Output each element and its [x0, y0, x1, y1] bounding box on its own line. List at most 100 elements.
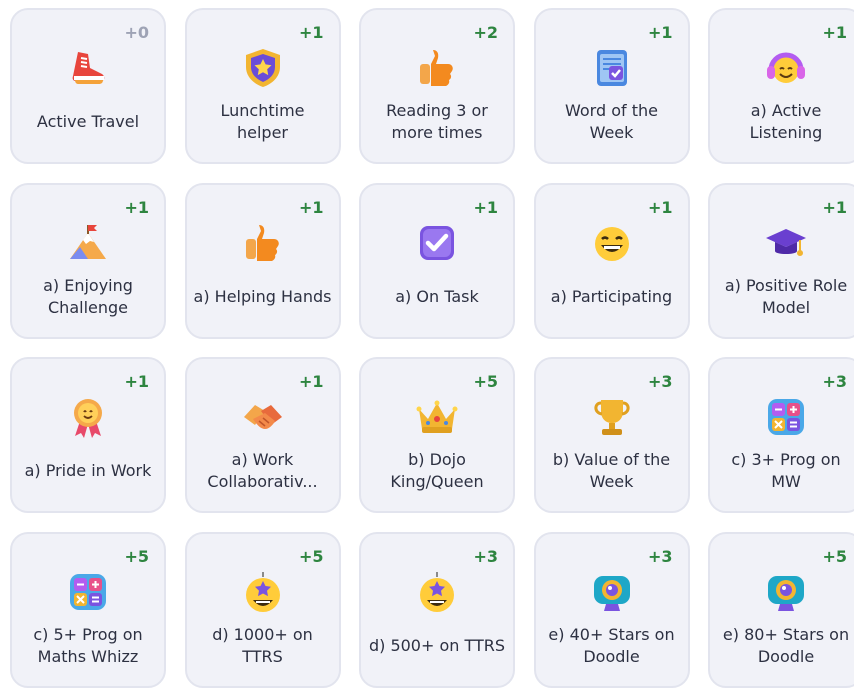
skill-label: a) Helping Hands [193, 286, 332, 306]
calculator-icon [764, 395, 808, 439]
skill-card[interactable]: +3 b) Value of the Week [533, 357, 690, 513]
skill-label-wrap: a) Active Listening [716, 98, 854, 146]
skill-card[interactable]: +5 e) 80+ Stars on Doodle [708, 531, 854, 688]
skill-points: +0 [124, 23, 149, 42]
skill-label-wrap: b) Value of the Week [542, 447, 682, 495]
skill-points: +1 [822, 197, 847, 217]
skill-points: +1 [822, 23, 847, 42]
skill-label: a) Enjoying Challenge [43, 275, 133, 317]
skill-card[interactable]: +5 b) Dojo King/Queen [359, 357, 515, 513]
mountain-flag-icon [66, 221, 110, 265]
crown-icon [415, 395, 459, 439]
camera-icon [764, 570, 808, 614]
skill-card[interactable]: +3 e) 40+ Stars on Doodle [533, 531, 690, 688]
star-face-icon [241, 570, 285, 614]
skill-label-wrap: c) 5+ Prog on Maths Whizz [18, 622, 158, 670]
skill-points: +5 [298, 546, 324, 566]
skill-label-wrap: Lunchtime helper [193, 98, 333, 146]
award-rosette-icon [66, 395, 110, 439]
skill-card[interactable]: +1 a) On Task [359, 182, 515, 339]
skill-card[interactable]: +1 a) Work Collaborativ... [184, 357, 341, 513]
notepad-check-icon [590, 46, 634, 90]
skill-card[interactable]: +1 a) Pride in Work [10, 357, 166, 513]
skill-points: +1 [647, 23, 673, 42]
thumbs-up-icon [415, 46, 459, 90]
laughing-face-icon [590, 221, 634, 265]
skill-label: d) 1000+ on TTRS [212, 624, 313, 666]
skill-label: a) Work Collaborativ... [207, 450, 318, 491]
sneaker-icon [66, 46, 110, 90]
skill-points: +5 [473, 372, 498, 391]
skill-points: +3 [647, 546, 673, 566]
skill-label: b) Value of the Week [552, 450, 671, 491]
skill-label: a) Pride in Work [24, 461, 152, 480]
skill-label: d) 500+ on TTRS [368, 635, 506, 655]
camera-icon [590, 570, 634, 614]
skill-label: Lunchtime helper [220, 101, 305, 142]
skill-points: +1 [298, 197, 324, 217]
skill-label-wrap: a) Enjoying Challenge [18, 273, 158, 321]
skill-label-wrap: c) 3+ Prog on MW [716, 447, 854, 495]
checkbox-icon [415, 221, 459, 265]
skill-label: Active Travel [36, 112, 140, 131]
skill-points: +1 [124, 197, 149, 217]
thumbs-up-icon [241, 221, 285, 265]
star-face-icon [415, 570, 459, 614]
skill-label: a) Participating [550, 286, 673, 306]
skill-points: +1 [473, 197, 498, 217]
headphones-face-icon [764, 46, 808, 90]
skill-label: a) On Task [395, 286, 479, 306]
shield-star-icon [241, 46, 285, 90]
skill-label-wrap: a) Positive Role Model [716, 273, 854, 321]
skill-card[interactable]: +5 d) 1000+ on TTRS [184, 531, 341, 688]
skill-label-wrap: a) On Task [367, 273, 507, 321]
skill-card[interactable]: +1 a) Helping Hands [184, 182, 341, 339]
skill-card[interactable]: +1 a) Enjoying Challenge [10, 182, 166, 339]
skill-points: +3 [473, 546, 498, 566]
skill-label: b) Dojo King/Queen [390, 450, 484, 491]
skill-points: +3 [647, 372, 673, 391]
skill-label: c) 5+ Prog on Maths Whizz [33, 624, 143, 666]
skill-label-wrap: a) Work Collaborativ... [193, 447, 333, 495]
skill-points: +1 [298, 23, 324, 42]
calculator-icon [66, 570, 110, 614]
skill-label: Word of the Week [565, 101, 658, 142]
skill-points: +2 [473, 23, 498, 42]
trophy-icon [590, 395, 634, 439]
skill-card[interactable]: +2 Reading 3 or more times [359, 8, 515, 164]
skill-card[interactable]: +3 d) 500+ on TTRS [359, 531, 515, 688]
skill-label-wrap: a) Participating [542, 273, 682, 321]
skill-label-wrap: a) Pride in Work [18, 447, 158, 495]
skill-label-wrap: Reading 3 or more times [367, 98, 507, 146]
skill-points: +3 [822, 372, 847, 391]
handshake-icon [241, 395, 285, 439]
skill-label-wrap: Active Travel [18, 98, 158, 146]
skill-label: e) 40+ Stars on Doodle [548, 624, 675, 666]
skill-label-wrap: d) 1000+ on TTRS [193, 622, 333, 670]
skill-card[interactable]: +3 c) 3+ Prog on MW [708, 357, 854, 513]
skill-card[interactable]: +1 a) Active Listening [708, 8, 854, 164]
skill-card[interactable]: +5 c) 5+ Prog on Maths Whizz [10, 531, 166, 688]
skill-label: c) 3+ Prog on MW [731, 450, 841, 491]
skill-points: +5 [124, 546, 149, 566]
skill-label-wrap: b) Dojo King/Queen [367, 447, 507, 495]
skill-card[interactable]: +0 Active Travel [10, 8, 166, 164]
skills-grid: +0 Active Travel +1 Lunchtime helper +2 Readi… [0, 0, 854, 688]
skill-label: Reading 3 or more times [386, 101, 488, 142]
skill-label: a) Positive Role Model [724, 275, 848, 317]
skill-label-wrap: d) 500+ on TTRS [367, 622, 507, 670]
graduation-cap-icon [764, 221, 808, 265]
skill-label-wrap: Word of the Week [542, 98, 682, 146]
skill-points: +1 [298, 372, 324, 391]
skill-label-wrap: e) 80+ Stars on Doodle [716, 622, 854, 670]
skill-label: a) Active Listening [749, 101, 823, 142]
skill-card[interactable]: +1 a) Positive Role Model [708, 182, 854, 339]
skill-card[interactable]: +1 Word of the Week [533, 8, 690, 164]
skill-label: e) 80+ Stars on Doodle [722, 624, 850, 666]
skill-points: +5 [822, 546, 847, 566]
skill-label-wrap: a) Helping Hands [193, 273, 333, 321]
skill-points: +1 [647, 197, 673, 217]
skill-card[interactable]: +1 a) Participating [533, 182, 690, 339]
skill-points: +1 [124, 372, 149, 391]
skill-card[interactable]: +1 Lunchtime helper [184, 8, 341, 164]
